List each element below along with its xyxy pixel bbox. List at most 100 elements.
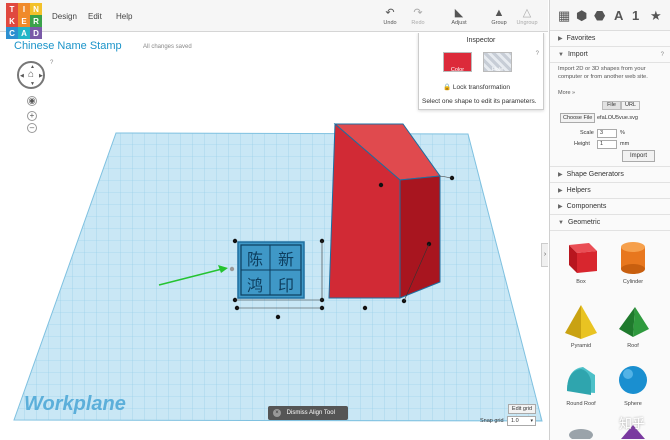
shape-box-label: Box	[576, 279, 586, 285]
adjust-button[interactable]: ◣ Adjust	[443, 7, 475, 26]
tab-file[interactable]: File	[602, 101, 621, 110]
menu-edit[interactable]: Edit	[88, 12, 102, 21]
dismiss-label: Dismiss Align Tool	[286, 410, 335, 416]
ungroup-label: Ungroup	[516, 20, 538, 26]
import-button[interactable]: Import	[622, 150, 655, 162]
redo-label: Redo	[411, 20, 425, 26]
home-view-icon[interactable]: ⌂	[26, 70, 36, 80]
menu-design[interactable]: Design	[52, 12, 77, 21]
chevron-down-icon: ▼	[558, 220, 564, 226]
stamp-char: 新	[278, 250, 294, 269]
import-more-link[interactable]: More »	[558, 90, 575, 96]
inspector-hint: Select one shape to edit its parameters.	[422, 98, 537, 105]
import-description: Import 2D or 3D shapes from your compute…	[558, 66, 648, 80]
orbit-right-arrow-icon[interactable]: ▶	[39, 73, 43, 79]
import-help-icon[interactable]: ?	[661, 47, 664, 63]
section-helpers[interactable]: ▶ Helpers	[550, 183, 670, 199]
hole-swatch[interactable]: Hole	[483, 52, 512, 73]
inspector-panel: Inspector ? Color Hole 🔒 Lock transforma…	[418, 33, 544, 110]
workplane-label: Workplane	[24, 393, 126, 415]
zoom-out-button[interactable]: –	[27, 123, 37, 133]
menu-help[interactable]: Help	[116, 12, 132, 21]
sidebar-view-toggles: ▦ ⬢ ⬣ A 1 ★	[550, 0, 670, 31]
stamp-char: 印	[278, 276, 294, 295]
height-input[interactable]: 1	[597, 140, 617, 149]
section-components[interactable]: ▶ Components	[550, 199, 670, 215]
tab-url[interactable]: URL	[621, 101, 640, 110]
scale-input[interactable]: 3	[597, 129, 617, 138]
logo-letter: I	[18, 3, 30, 15]
geometric-shapes-grid: Box Cylinder Pyramid Roof Round Roof Sph…	[550, 231, 670, 440]
shape-partial-1[interactable]	[556, 419, 606, 439]
workspace-canvas[interactable]: 陈 新 鸿 印 Chinese Name Stamp All changes s…	[0, 33, 548, 440]
chevron-right-icon: ▶	[558, 36, 563, 42]
color-swatch[interactable]: Color	[443, 52, 472, 73]
shape-round-roof[interactable]: Round Roof	[556, 361, 606, 407]
height-unit: mm	[620, 141, 630, 147]
cube-view-icon[interactable]: ⬢	[576, 8, 587, 24]
scale-label: Scale	[580, 130, 594, 136]
sidebar-collapse-toggle[interactable]: ›	[541, 243, 548, 267]
section-geometric[interactable]: ▼ Geometric	[550, 215, 670, 231]
project-title[interactable]: Chinese Name Stamp	[14, 40, 122, 52]
redo-icon: ↷	[413, 7, 423, 19]
round-roof-shape-icon	[567, 367, 595, 395]
group-label: Group	[491, 20, 507, 26]
stamp-char: 鸿	[247, 276, 263, 295]
view-orbit-control[interactable]: ⌂ ▲ ▼ ◀ ▶	[17, 61, 45, 89]
section-shape-generators[interactable]: ▶ Shape Generators	[550, 167, 670, 183]
roof-shape-icon	[619, 307, 649, 337]
ungroup-button[interactable]: △ Ungroup	[511, 7, 543, 26]
shape-partial-icon	[569, 429, 593, 439]
number-icon[interactable]: 1	[632, 8, 639, 23]
logo-letter: E	[18, 15, 30, 27]
logo-letter: D	[30, 27, 42, 39]
section-import[interactable]: ▼ Import ?	[550, 47, 670, 63]
logo-letter: N	[30, 3, 42, 15]
help-icon[interactable]: ?	[50, 60, 53, 66]
sphere-shape-icon	[619, 366, 647, 394]
view-mode-button[interactable]: ◉	[27, 96, 37, 106]
tinkercad-logo[interactable]: T I N K E R C A D	[6, 3, 42, 39]
inspector-help-icon[interactable]: ?	[536, 51, 539, 57]
shape-box[interactable]: Box	[556, 239, 606, 285]
chinese-stamp-shape[interactable]: 陈 新 鸿 印	[237, 241, 305, 299]
pyramid-shape-icon	[565, 305, 597, 339]
section-geometric-label: Geometric	[567, 219, 601, 226]
section-shape-generators-label: Shape Generators	[566, 171, 624, 178]
orbit-down-arrow-icon[interactable]: ▼	[30, 81, 35, 87]
snap-grid-select[interactable]: 1.0 ▾	[507, 416, 536, 426]
lock-transformation-toggle[interactable]: 🔒 Lock transformation	[443, 83, 510, 91]
shape-sphere-label: Sphere	[624, 401, 642, 407]
shape-pyramid[interactable]: Pyramid	[556, 303, 606, 349]
box-view-icon[interactable]: ⬣	[594, 8, 605, 24]
shape-roof[interactable]: Roof	[608, 303, 658, 349]
watermark-logo: 知乎	[619, 416, 646, 431]
close-icon: ×	[273, 409, 281, 417]
edit-grid-button[interactable]: Edit grid	[508, 404, 536, 414]
chevron-down-icon: ▼	[558, 52, 564, 58]
orbit-left-arrow-icon[interactable]: ◀	[20, 73, 24, 79]
zoom-in-button[interactable]: +	[27, 111, 37, 121]
snap-grid-label: Snap grid	[480, 418, 504, 424]
shape-cylinder[interactable]: Cylinder	[608, 239, 658, 285]
dismiss-align-tool-button[interactable]: × Dismiss Align Tool	[268, 406, 348, 420]
logo-letter: C	[6, 27, 18, 39]
redo-button[interactable]: ↷ Redo	[402, 7, 434, 26]
stamp-char: 陈	[247, 250, 263, 269]
star-icon[interactable]: ★	[650, 8, 662, 24]
grid-view-icon[interactable]: ▦	[558, 8, 570, 24]
snap-grid-value: 1.0	[511, 418, 519, 424]
selected-file-name: efaLOU5vue.svg	[597, 115, 638, 121]
orbit-up-arrow-icon[interactable]: ▲	[30, 64, 35, 70]
undo-label: Undo	[383, 20, 397, 26]
inspector-title: Inspector	[466, 37, 496, 44]
text-letter-icon[interactable]: A	[614, 8, 623, 23]
section-favorites[interactable]: ▶ Favorites	[550, 31, 670, 47]
chevron-right-icon: ▶	[558, 172, 563, 178]
height-label: Height	[574, 141, 590, 147]
choose-file-button[interactable]: Choose File	[560, 113, 596, 123]
section-favorites-label: Favorites	[566, 35, 596, 42]
shape-sphere[interactable]: Sphere	[608, 361, 658, 407]
right-sidebar: ▦ ⬢ ⬣ A 1 ★ ▶ Favorites ▼ Import ? Import …	[549, 0, 670, 440]
